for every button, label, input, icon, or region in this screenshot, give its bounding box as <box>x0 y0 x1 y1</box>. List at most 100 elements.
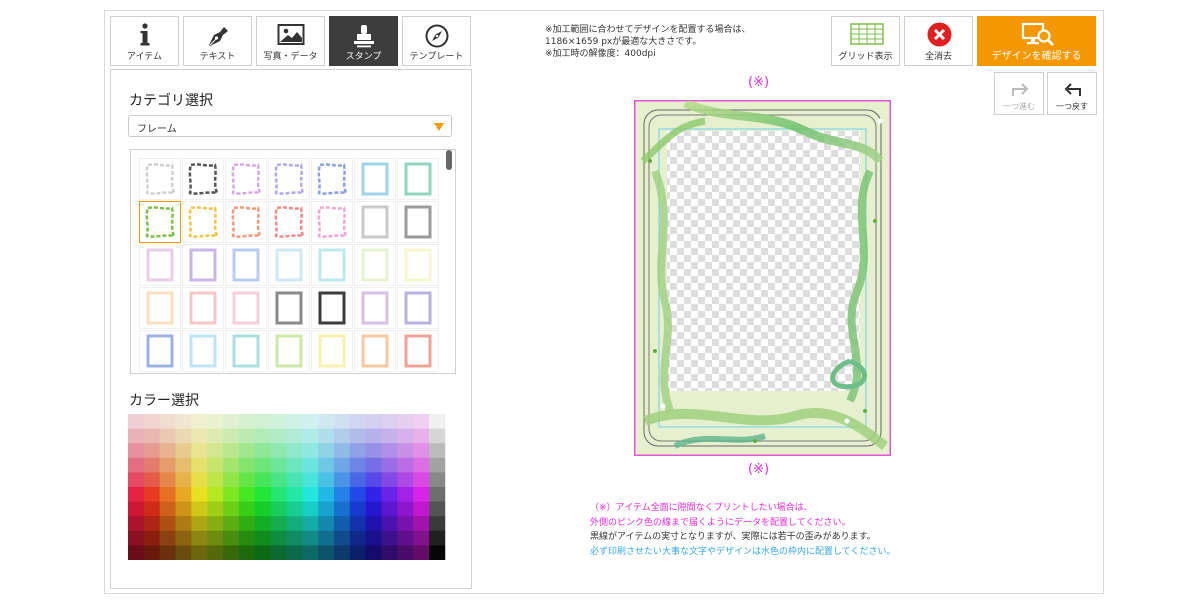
color-swatch[interactable] <box>175 472 192 488</box>
color-swatch[interactable] <box>381 516 398 532</box>
tab-stamp[interactable]: スタンプ <box>329 16 398 66</box>
color-swatch[interactable] <box>270 516 287 532</box>
color-swatch[interactable] <box>143 457 161 473</box>
color-swatch[interactable] <box>238 501 256 517</box>
undo-button[interactable]: 一つ戻す <box>1047 72 1097 115</box>
color-swatch[interactable] <box>397 487 414 502</box>
color-swatch[interactable] <box>349 501 367 517</box>
stamp-thumbnail[interactable] <box>268 158 310 200</box>
color-swatch[interactable] <box>429 530 446 546</box>
color-swatch[interactable] <box>175 428 192 444</box>
color-swatch[interactable] <box>286 501 303 517</box>
color-swatch[interactable] <box>191 443 208 459</box>
tab-text[interactable]: テキスト <box>183 16 252 66</box>
color-swatch[interactable] <box>349 472 367 488</box>
color-swatch[interactable] <box>429 428 446 444</box>
color-swatch[interactable] <box>207 545 224 560</box>
color-swatch[interactable] <box>223 443 240 459</box>
confirm-design-button[interactable]: デザインを確認する <box>977 16 1096 66</box>
color-swatch[interactable] <box>143 501 161 517</box>
color-swatch[interactable] <box>238 545 256 560</box>
color-swatch[interactable] <box>254 545 271 560</box>
color-swatch[interactable] <box>159 457 176 473</box>
redo-button[interactable]: 一つ進む <box>994 72 1044 115</box>
stamp-thumbnail[interactable] <box>139 287 181 329</box>
stamp-thumbnail[interactable] <box>354 244 396 286</box>
color-swatch[interactable] <box>238 530 256 546</box>
color-swatch[interactable] <box>381 530 398 546</box>
color-swatch[interactable] <box>175 414 192 429</box>
color-swatch[interactable] <box>413 501 430 517</box>
color-swatch[interactable] <box>238 428 256 444</box>
color-swatch[interactable] <box>381 457 398 473</box>
tab-item[interactable]: アイテム <box>110 16 179 66</box>
color-swatch[interactable] <box>254 530 271 546</box>
color-swatch[interactable] <box>128 530 145 546</box>
stamp-thumbnail[interactable] <box>139 330 181 372</box>
color-swatch[interactable] <box>333 428 351 444</box>
color-swatch[interactable] <box>175 530 192 546</box>
color-swatch[interactable] <box>270 487 287 502</box>
color-swatch[interactable] <box>270 501 287 517</box>
color-swatch[interactable] <box>429 501 446 517</box>
tab-photo-data[interactable]: 写真・データ <box>256 16 325 66</box>
color-swatch[interactable] <box>270 457 287 473</box>
stamp-thumbnail[interactable] <box>268 201 310 243</box>
color-swatch[interactable] <box>128 443 145 459</box>
color-swatch[interactable] <box>143 487 161 502</box>
color-swatch[interactable] <box>238 414 256 429</box>
color-swatch[interactable] <box>349 530 367 546</box>
color-swatch[interactable] <box>318 428 335 444</box>
color-swatch[interactable] <box>397 443 414 459</box>
stamp-thumbnail[interactable] <box>311 158 353 200</box>
color-swatch[interactable] <box>429 516 446 532</box>
color-swatch[interactable] <box>270 414 287 429</box>
color-swatch[interactable] <box>333 516 351 532</box>
color-swatch[interactable] <box>349 545 367 560</box>
stamp-thumbnail[interactable] <box>268 330 310 372</box>
color-swatch[interactable] <box>191 487 208 502</box>
color-swatch[interactable] <box>397 414 414 429</box>
color-swatch[interactable] <box>365 472 382 488</box>
stamp-thumbnail[interactable] <box>354 287 396 329</box>
color-swatch[interactable] <box>333 530 351 546</box>
color-swatch[interactable] <box>238 487 256 502</box>
design-canvas[interactable] <box>634 100 891 456</box>
color-swatch[interactable] <box>349 443 367 459</box>
stamp-thumbnail[interactable] <box>182 158 224 200</box>
color-swatch[interactable] <box>413 530 430 546</box>
color-swatch[interactable] <box>318 443 335 459</box>
stamp-thumbnail[interactable] <box>311 201 353 243</box>
color-swatch[interactable] <box>413 516 430 532</box>
color-swatch[interactable] <box>365 443 382 459</box>
color-swatch[interactable] <box>349 414 367 429</box>
color-swatch[interactable] <box>270 472 287 488</box>
color-swatch[interactable] <box>318 501 335 517</box>
color-swatch[interactable] <box>365 501 382 517</box>
color-swatch[interactable] <box>175 501 192 517</box>
color-swatch[interactable] <box>207 501 224 517</box>
stamp-thumbnail[interactable] <box>354 158 396 200</box>
color-swatch[interactable] <box>254 487 271 502</box>
color-swatch[interactable] <box>254 414 271 429</box>
color-swatch[interactable] <box>223 530 240 546</box>
stamp-thumbnail[interactable] <box>397 244 439 286</box>
color-swatch[interactable] <box>333 443 351 459</box>
color-swatch[interactable] <box>365 545 382 560</box>
color-swatch[interactable] <box>429 545 446 560</box>
color-swatch[interactable] <box>349 428 367 444</box>
color-swatch[interactable] <box>318 457 335 473</box>
color-swatch[interactable] <box>143 414 161 429</box>
color-swatch[interactable] <box>207 443 224 459</box>
color-swatch[interactable] <box>191 530 208 546</box>
stamp-thumbnail[interactable] <box>311 330 353 372</box>
color-swatch[interactable] <box>223 428 240 444</box>
color-swatch[interactable] <box>413 487 430 502</box>
color-swatch[interactable] <box>143 530 161 546</box>
color-swatch[interactable] <box>207 428 224 444</box>
color-swatch[interactable] <box>128 414 145 429</box>
color-swatch[interactable] <box>302 428 319 444</box>
color-swatch[interactable] <box>175 487 192 502</box>
color-swatch[interactable] <box>191 472 208 488</box>
color-swatch[interactable] <box>318 414 335 429</box>
